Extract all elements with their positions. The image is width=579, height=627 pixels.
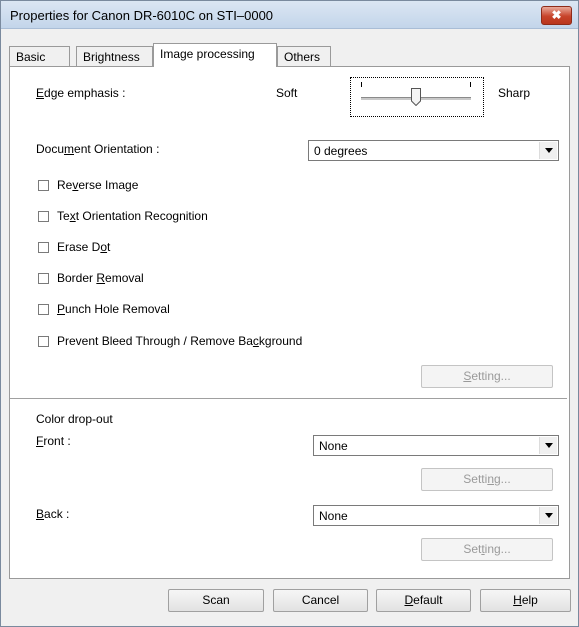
scan-button-label: Scan — [202, 593, 230, 607]
tab-basic-label: Basic — [16, 50, 46, 64]
tab-image-processing-label: Image processing — [160, 47, 255, 61]
erase-dot-label: Erase Dot — [57, 240, 111, 254]
title-bar[interactable]: Properties for Canon DR-6010C on STI–000… — [1, 1, 578, 29]
soft-label: Soft — [276, 86, 298, 100]
front-dropout-select[interactable]: None — [313, 435, 559, 456]
tab-image-processing[interactable]: Image processing — [153, 43, 277, 67]
window-title: Properties for Canon DR-6010C on STI–000… — [10, 8, 274, 23]
prevent-bleed-through-label: Prevent Bleed Through / Remove Backgroun… — [57, 334, 303, 348]
close-button[interactable]: ✖ — [541, 6, 572, 25]
properties-window: Properties for Canon DR-6010C on STI–000… — [0, 0, 579, 627]
document-orientation-select[interactable]: 0 degrees — [308, 140, 559, 161]
erase-dot-checkbox[interactable] — [38, 242, 49, 253]
back-setting-button[interactable]: Setting... — [421, 538, 553, 561]
back-dropout-select[interactable]: None — [313, 505, 559, 526]
punch-hole-removal-label: Punch Hole Removal — [57, 302, 170, 316]
text-orientation-recognition-label: Text Orientation Recognition — [57, 209, 208, 223]
document-orientation-label: Document Orientation : — [36, 142, 160, 156]
tab-others[interactable]: Others — [277, 46, 331, 66]
front-setting-button[interactable]: Setting... — [421, 468, 553, 491]
sharp-label: Sharp — [498, 86, 531, 100]
color-dropout-heading: Color drop-out — [36, 412, 113, 426]
chevron-down-icon[interactable] — [539, 507, 557, 524]
tab-others-label: Others — [284, 50, 321, 64]
front-label: Front : — [36, 434, 71, 448]
reverse-image-label: Reverse Image — [57, 178, 139, 192]
slider-tick-min — [361, 82, 362, 87]
tab-brightness[interactable]: Brightness — [76, 46, 153, 66]
back-dropout-value: None — [319, 509, 348, 523]
border-removal-label: Border Removal — [57, 271, 144, 285]
edge-emphasis-label: Edge emphasis : — [36, 86, 126, 100]
border-removal-checkbox[interactable] — [38, 273, 49, 284]
prevent-bleed-through-checkbox[interactable] — [38, 336, 49, 347]
scan-button[interactable]: Scan — [168, 589, 264, 612]
text-orientation-recognition-checkbox[interactable] — [38, 211, 49, 222]
cancel-button[interactable]: Cancel — [273, 589, 368, 612]
reverse-image-checkbox[interactable] — [38, 180, 49, 191]
punch-hole-removal-checkbox[interactable] — [38, 304, 49, 315]
help-button[interactable]: Help — [480, 589, 571, 612]
section-divider — [10, 398, 567, 400]
tab-brightness-label: Brightness — [83, 50, 140, 64]
chevron-down-icon[interactable] — [539, 142, 557, 159]
default-button[interactable]: Default — [376, 589, 471, 612]
tab-basic[interactable]: Basic — [9, 46, 70, 66]
document-orientation-value: 0 degrees — [314, 144, 368, 158]
close-icon: ✖ — [551, 8, 562, 22]
slider-thumb[interactable] — [411, 88, 421, 106]
cancel-button-label: Cancel — [301, 593, 340, 607]
slider-tick-max — [470, 82, 471, 87]
front-dropout-value: None — [319, 439, 348, 453]
back-label: Back : — [36, 507, 70, 521]
setting-button[interactable]: Setting... — [421, 365, 553, 388]
chevron-down-icon[interactable] — [539, 437, 557, 454]
edge-emphasis-slider[interactable] — [350, 77, 484, 117]
